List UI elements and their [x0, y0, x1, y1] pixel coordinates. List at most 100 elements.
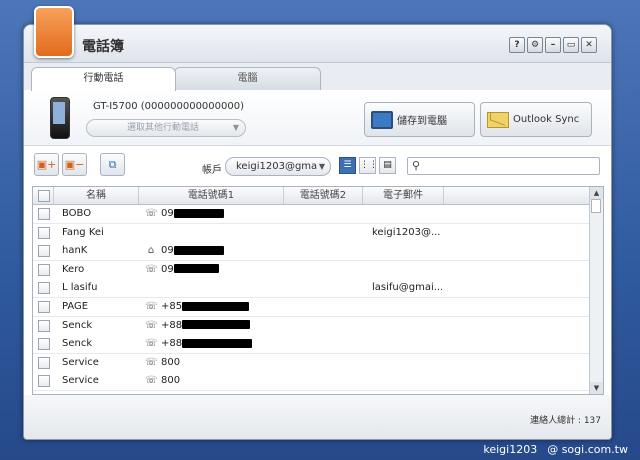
table-row[interactable]: Senck ☏ +88 — [33, 316, 589, 336]
total-contacts: 連絡人總計 : 137 — [530, 416, 601, 426]
copy-contact-button[interactable]: ⧉ — [100, 153, 125, 176]
mobile-phone-icon: ☏ — [145, 319, 157, 331]
phone1-visible-digits: 09 — [161, 208, 174, 219]
row-checkbox[interactable] — [38, 356, 50, 369]
contact-phone1: +88 — [161, 335, 261, 353]
contact-phone1: 09 — [161, 205, 261, 223]
vertical-scrollbar[interactable]: ▲ ▼ — [589, 187, 603, 394]
contact-name: Senck — [62, 338, 93, 350]
table-row[interactable]: BOBO ☏ 09 — [33, 205, 589, 224]
tab-bar: 行動電話 電腦 — [24, 63, 611, 91]
contact-name: Service — [62, 375, 99, 387]
maximize-icon[interactable]: ▭ — [563, 37, 579, 53]
account-select-value: keigi1203@gma — [236, 161, 318, 172]
title-bar: 電話簿 ? ⚙ – ▭ ✕ — [24, 25, 611, 63]
table-row[interactable]: Service ☏ 800 — [33, 353, 589, 373]
contact-email: keigi1203@... — [372, 226, 441, 238]
account-select[interactable]: keigi1203@gma ▼ — [225, 157, 331, 176]
mobile-phone-icon: ☏ — [145, 356, 157, 368]
contact-email: lasifu@gmai... — [372, 282, 442, 294]
device-select-label: 選取其他行動電話 — [127, 123, 200, 133]
contact-name: PAGE — [62, 301, 89, 312]
card-view-button[interactable]: ▤ — [379, 157, 396, 174]
mobile-device-icon — [50, 97, 70, 139]
phonebook-window: 電話簿 ? ⚙ – ▭ ✕ 行動電話 電腦 GT-I5700 (00000000… — [23, 24, 612, 440]
contact-name: L lasifu — [62, 282, 98, 294]
save-to-pc-button[interactable]: 儲存到電腦 — [364, 102, 475, 137]
column-name[interactable]: 名稱 — [54, 187, 139, 204]
chevron-down-icon: ▼ — [232, 123, 239, 132]
add-contact-button[interactable]: ▣+ — [34, 153, 59, 176]
contact-name: hanK — [62, 245, 88, 257]
scroll-thumb[interactable] — [591, 199, 601, 213]
row-checkbox[interactable] — [38, 226, 50, 239]
contact-phone1: 09 — [161, 261, 261, 279]
table-header: 名稱 電話號碼1 電話號碼2 電子郵件 — [33, 187, 589, 205]
mobile-phone-icon: ☏ — [145, 375, 157, 387]
delete-contact-icon: ▣− — [64, 158, 85, 171]
select-all-checkbox[interactable] — [38, 190, 50, 202]
account-label: 帳戶 — [202, 165, 222, 176]
watermark-user: keigi1203 — [483, 443, 538, 456]
tab-computer[interactable]: 電腦 — [174, 67, 321, 90]
table-row[interactable]: hanK ⌂ 09 — [33, 242, 589, 262]
mobile-phone-icon: ☏ — [145, 208, 157, 219]
row-checkbox[interactable] — [38, 319, 50, 332]
contact-name: Service — [62, 356, 99, 368]
row-checkbox[interactable] — [38, 263, 50, 276]
grid-view-button[interactable]: ⋮⋮ — [359, 157, 378, 174]
row-checkbox[interactable] — [38, 301, 50, 313]
scroll-down-icon[interactable]: ▼ — [590, 382, 603, 394]
outlook-sync-button[interactable]: Outlook Sync — [480, 102, 592, 137]
window-title: 電話簿 — [82, 39, 124, 55]
gear-icon[interactable]: ⚙ — [527, 37, 543, 53]
table-row[interactable]: PAGE ☏ +85 — [33, 298, 589, 317]
phone1-visible-digits: +85 — [161, 301, 183, 312]
grid-view-icon: ⋮⋮ — [360, 160, 378, 170]
table-row[interactable]: Senck ☏ +88 — [33, 335, 589, 355]
table-row[interactable]: Fang Kei keigi1203@... — [33, 223, 589, 243]
contacts-table: 名稱 電話號碼1 電話號碼2 電子郵件 BOBO ☏ 09 Fang Kei keigi… — [32, 186, 604, 395]
table-row[interactable]: L lasifu lasifu@gmai... — [33, 279, 589, 299]
row-checkbox[interactable] — [38, 282, 50, 295]
search-input[interactable]: ⚲ — [407, 157, 600, 175]
row-checkbox[interactable] — [38, 208, 50, 220]
close-icon[interactable]: ✕ — [581, 37, 597, 53]
phone1-visible-digits: 09 — [161, 263, 174, 275]
phone1-visible-digits: 800 — [161, 356, 181, 368]
phone1-visible-digits: +88 — [161, 338, 183, 350]
watermark-site: @ sogi.com.tw — [547, 443, 628, 456]
contact-phone1: +85 — [161, 298, 261, 316]
delete-contact-button[interactable]: ▣− — [62, 153, 87, 176]
window-controls: ? ⚙ – ▭ ✕ — [509, 37, 597, 53]
computer-icon — [371, 110, 393, 129]
phone1-visible-digits: 09 — [161, 245, 174, 257]
table-row[interactable]: Service ☏ 800 — [33, 372, 589, 392]
mobile-phone-icon: ☏ — [145, 301, 157, 312]
minimize-icon[interactable]: – — [545, 37, 561, 53]
list-view-button[interactable]: ☰ — [339, 157, 356, 174]
contact-name: BOBO — [62, 208, 92, 219]
scroll-up-icon[interactable]: ▲ — [590, 187, 603, 199]
watermark: keigi1203 @ sogi.com.tw — [473, 443, 628, 456]
column-email[interactable]: 電子郵件 — [363, 187, 444, 204]
phonebook-app-icon — [34, 6, 74, 58]
status-bar: 連絡人總計 : 137 — [24, 395, 611, 439]
redaction-bar — [182, 338, 253, 348]
tab-mobile[interactable]: 行動電話 — [31, 67, 176, 91]
contact-phone1: 800 — [161, 354, 261, 372]
card-view-icon: ▤ — [383, 160, 392, 170]
column-phone2[interactable]: 電話號碼2 — [284, 187, 363, 204]
row-checkbox[interactable] — [38, 375, 50, 388]
table-row[interactable]: Kero ☏ 09 — [33, 260, 589, 280]
column-phone1[interactable]: 電話號碼1 — [139, 187, 284, 204]
redaction-bar — [182, 301, 250, 311]
contact-phone1: +88 — [161, 317, 261, 335]
contact-name: Fang Kei — [62, 226, 104, 238]
device-select[interactable]: 選取其他行動電話 ▼ — [86, 119, 246, 137]
row-checkbox[interactable] — [38, 338, 50, 351]
outlook-sync-label: Outlook Sync — [513, 114, 580, 125]
add-contact-icon: ▣+ — [36, 158, 57, 171]
help-icon[interactable]: ? — [509, 37, 525, 53]
row-checkbox[interactable] — [38, 245, 50, 258]
